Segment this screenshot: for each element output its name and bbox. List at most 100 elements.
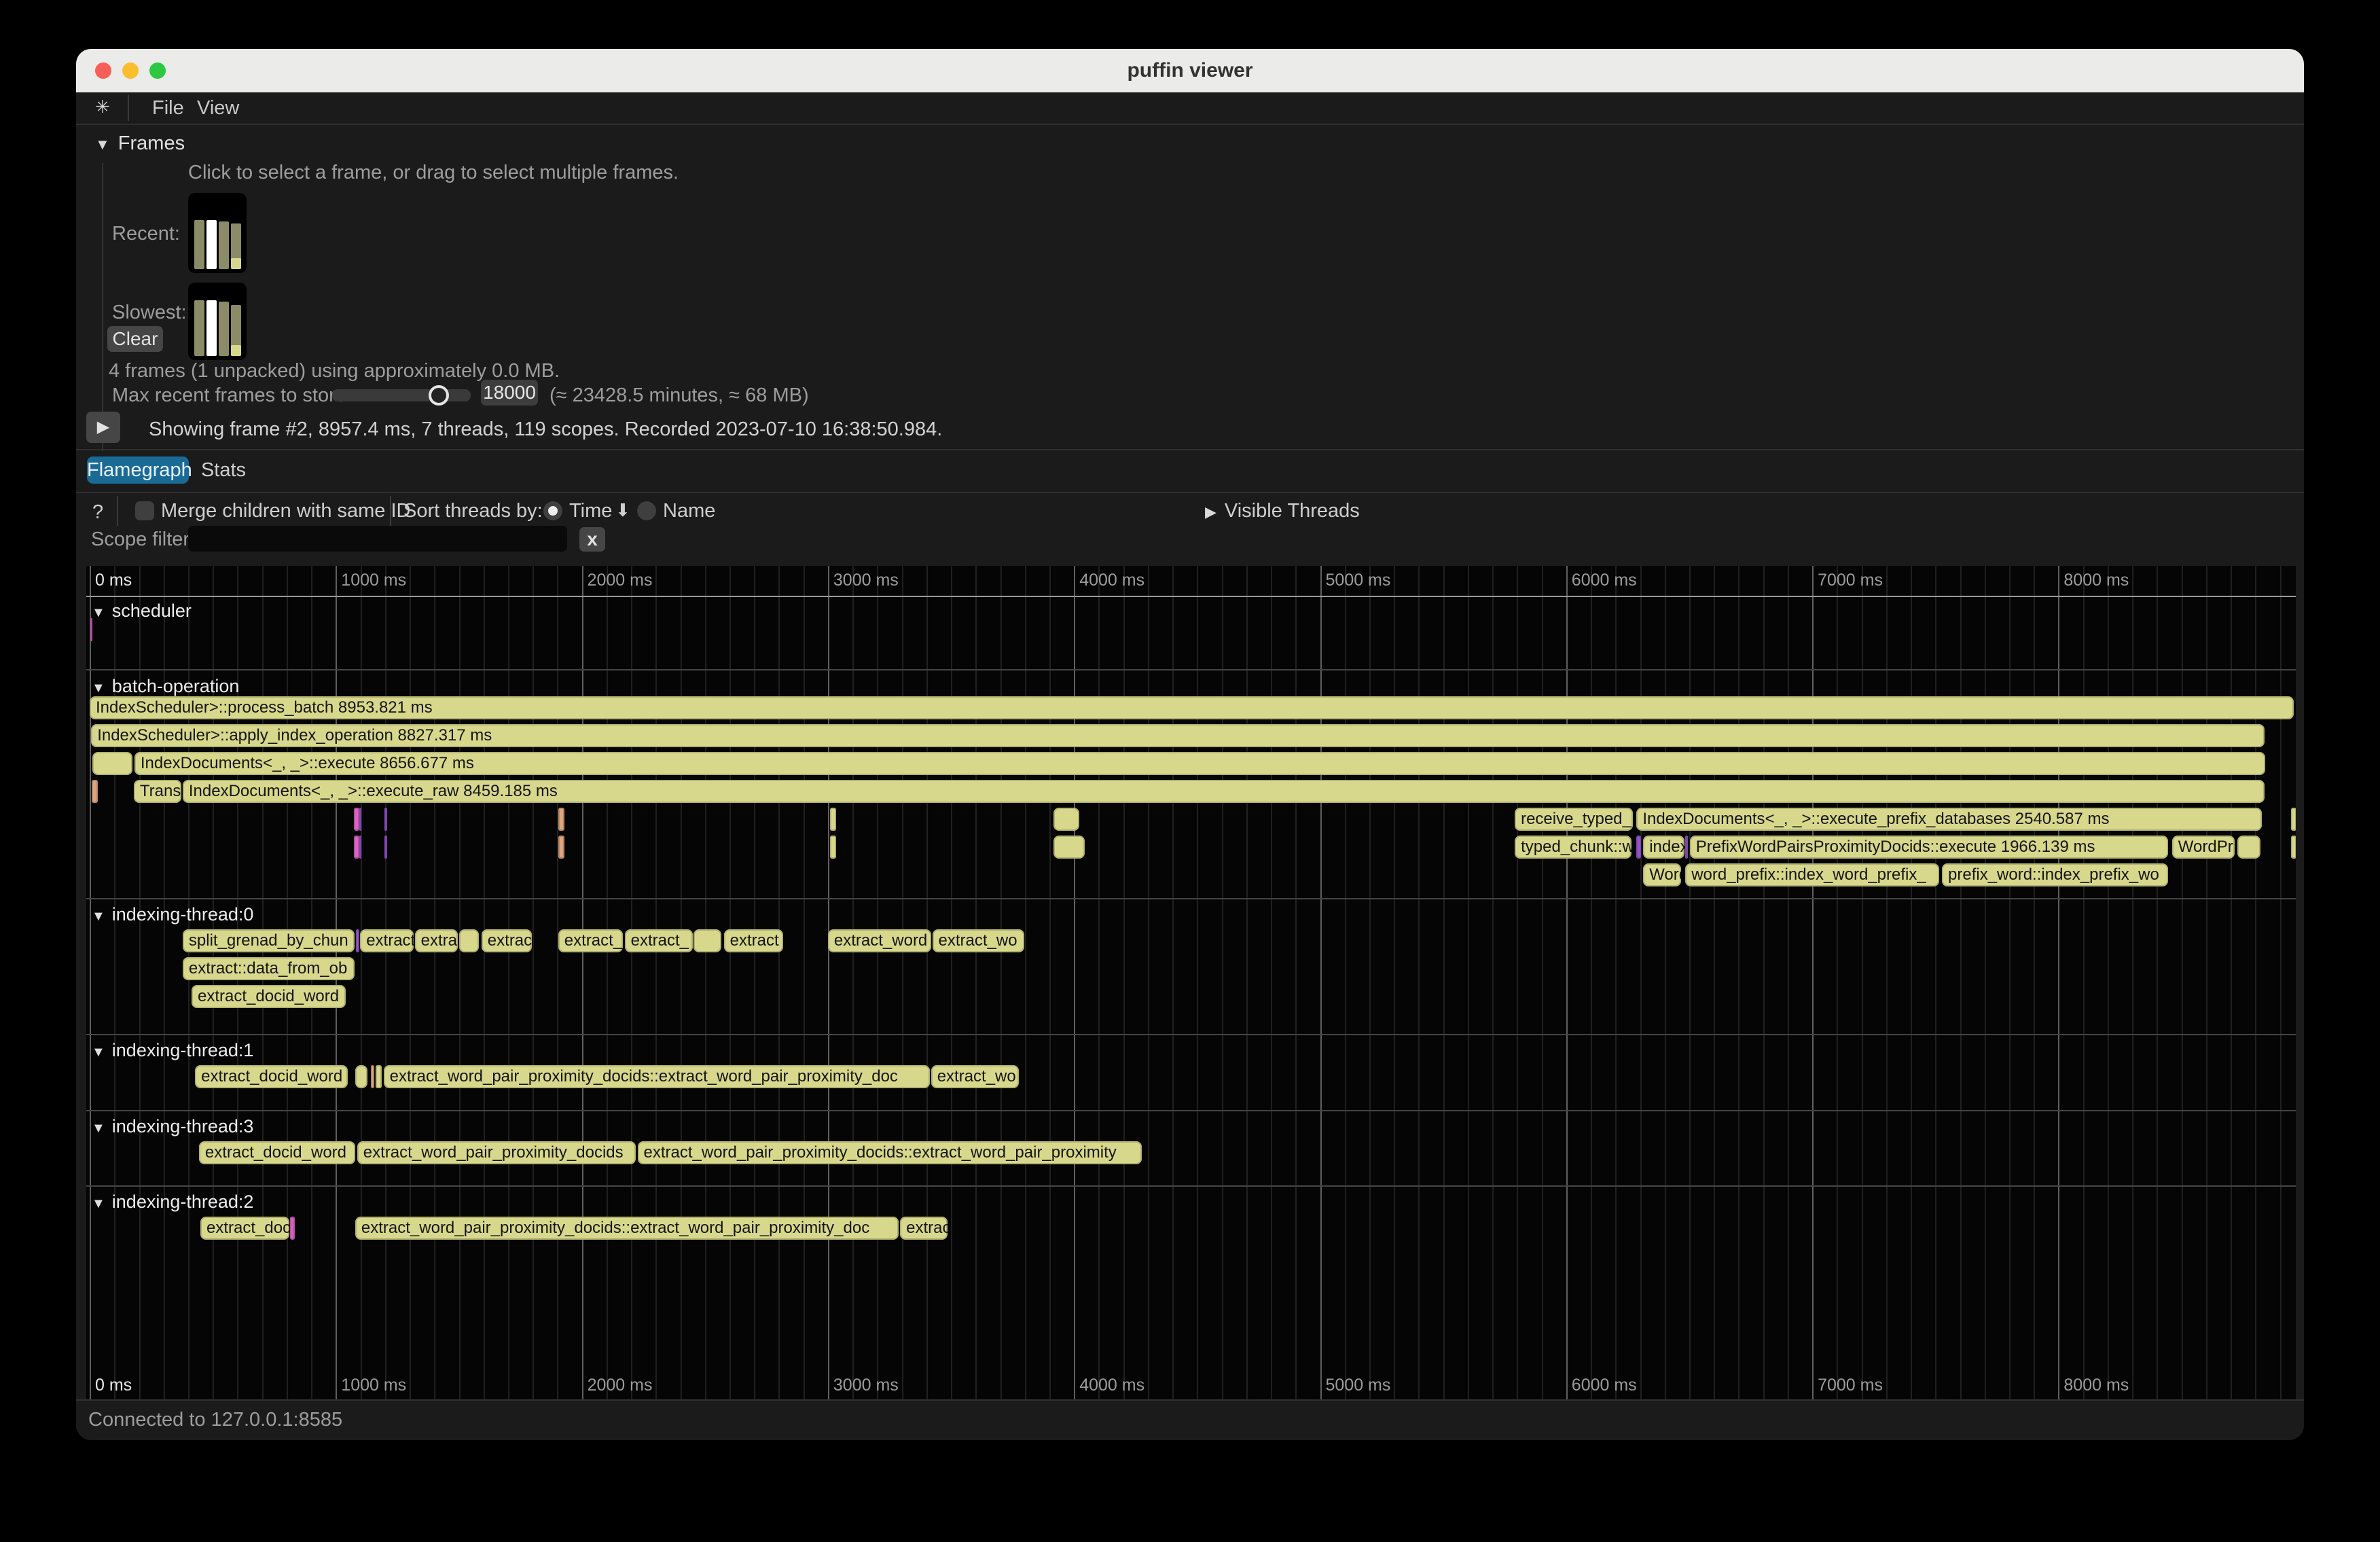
flame-scope-bar[interactable] <box>1685 836 1688 859</box>
flame-scope-bar[interactable]: extrac <box>900 1217 948 1240</box>
sort-by-time-radio[interactable] <box>543 501 562 520</box>
flame-scope-bar[interactable]: extract_docid_word <box>192 985 346 1008</box>
sort-by-time-label[interactable]: Time <box>569 500 612 522</box>
flame-scope-bar[interactable] <box>371 1065 375 1088</box>
flame-scope-bar[interactable]: extract_word <box>828 929 931 952</box>
theme-toggle-icon[interactable]: ✳ <box>95 96 110 118</box>
frame-bar[interactable] <box>194 300 204 356</box>
max-frames-value[interactable]: 18000 <box>481 380 538 406</box>
frame-bar[interactable] <box>206 220 217 269</box>
flame-scope-bar[interactable] <box>1053 836 1085 859</box>
recent-frames-thumbnail[interactable] <box>188 193 247 273</box>
flame-scope-bar[interactable] <box>356 929 360 952</box>
flamegraph-canvas[interactable]: 0 ms1000 ms2000 ms3000 ms4000 ms5000 ms6… <box>86 566 2296 1400</box>
tab-stats[interactable]: Stats <box>200 456 247 484</box>
frame-bar[interactable] <box>219 302 229 356</box>
flame-scope-bar[interactable]: extract_docid_word <box>195 1065 348 1088</box>
visible-threads-header[interactable]: ▶Visible Threads <box>1205 500 1360 522</box>
menu-file[interactable]: File <box>152 97 184 120</box>
flame-scope-bar[interactable] <box>830 836 836 859</box>
play-button[interactable]: ▶ <box>86 412 120 443</box>
flame-scope-bar[interactable] <box>359 808 361 831</box>
flame-scope-bar[interactable] <box>355 1065 367 1088</box>
flame-scope-bar[interactable]: extract::data_from_ob <box>183 957 355 980</box>
flame-scope-bar[interactable]: extract_word_pair_proximity_docids <box>357 1141 636 1164</box>
flame-scope-bar[interactable]: IndexDocuments<_, _>::execute_raw 8459.1… <box>183 780 2265 803</box>
slowest-frames-thumbnail[interactable] <box>188 283 247 360</box>
thread-section-header[interactable]: ▼indexing-thread:2 <box>92 1191 253 1213</box>
flame-scope-bar[interactable]: extract_word_pair_proximity_docids::extr… <box>638 1141 1142 1164</box>
flame-scope-bar[interactable]: Word <box>1643 863 1681 886</box>
flame-scope-bar[interactable]: extract_ <box>558 929 624 952</box>
scope-filter-input[interactable] <box>188 526 567 552</box>
flame-scope-bar[interactable] <box>2237 836 2260 859</box>
flame-scope-bar[interactable]: PrefixWordPairsProximityDocids::execute … <box>1690 836 2168 859</box>
flame-scope-bar[interactable] <box>92 752 132 775</box>
frame-bar[interactable] <box>219 221 229 269</box>
thread-section-header[interactable]: ▼scheduler <box>92 600 192 622</box>
flame-scope-bar[interactable] <box>359 836 361 859</box>
flame-scope-bar[interactable] <box>830 808 836 831</box>
flame-scope-bar[interactable] <box>459 929 479 952</box>
max-frames-slider-knob[interactable] <box>429 385 449 406</box>
flame-scope-bar[interactable] <box>558 836 564 859</box>
flame-scope-bar[interactable]: WordPr <box>2172 836 2235 859</box>
flame-scope-bar[interactable] <box>384 836 387 859</box>
flame-scope-bar[interactable] <box>290 1217 295 1240</box>
frame-bar[interactable] <box>194 220 204 269</box>
flame-scope-bar[interactable] <box>90 618 93 641</box>
frame-bar[interactable] <box>231 223 241 269</box>
merge-children-checkbox[interactable] <box>135 501 154 520</box>
clear-filter-button[interactable]: x <box>579 527 605 552</box>
flame-scope-bar[interactable]: extract_docid_word <box>199 1141 355 1164</box>
flame-scope-bar[interactable] <box>376 1065 382 1088</box>
thread-section-header[interactable]: ▼indexing-thread:0 <box>92 904 253 925</box>
thread-section-header[interactable]: ▼indexing-thread:1 <box>92 1040 253 1061</box>
flame-scope-bar[interactable] <box>354 808 359 831</box>
max-frames-slider[interactable] <box>332 389 471 401</box>
flame-scope-bar[interactable]: index <box>1643 836 1684 859</box>
sort-by-name-radio[interactable] <box>637 501 656 520</box>
flame-scope-bar[interactable]: extrac <box>482 929 532 952</box>
flame-scope-bar[interactable] <box>1636 836 1641 859</box>
merge-children-label[interactable]: Merge children with same ID <box>161 500 410 522</box>
frame-bar[interactable] <box>206 300 217 356</box>
flame-scope-bar[interactable]: IndexDocuments<_, _>::execute 8656.677 m… <box>134 752 2265 775</box>
flame-scope-bar[interactable]: prefix_word::index_prefix_wo <box>1942 863 2168 886</box>
flame-scope-bar[interactable]: extra <box>415 929 458 952</box>
flame-scope-bar[interactable]: extract <box>360 929 414 952</box>
tab-flamegraph[interactable]: Flamegraph <box>87 456 189 484</box>
flame-scope-bar[interactable]: extract_ <box>625 929 693 952</box>
flame-scope-bar[interactable]: extract_wo <box>933 929 1024 952</box>
flame-scope-bar[interactable] <box>2291 808 2296 831</box>
sort-by-name-label[interactable]: Name <box>663 500 715 522</box>
frames-section-header[interactable]: ▼Frames <box>95 132 185 155</box>
sort-direction-arrow-icon[interactable]: ⬇ <box>615 500 630 521</box>
flame-scope-bar[interactable]: extract_wo <box>931 1065 1019 1088</box>
flame-scope-bar[interactable] <box>1053 808 1079 831</box>
thread-section-header[interactable]: ▼batch-operation <box>92 676 239 697</box>
flame-scope-bar[interactable] <box>384 808 387 831</box>
flame-scope-bar[interactable] <box>2291 836 2296 859</box>
flame-scope-bar[interactable]: extract_doc <box>200 1217 289 1240</box>
flame-scope-bar[interactable]: word_prefix::index_word_prefix_ <box>1685 863 1939 886</box>
flame-scope-bar[interactable]: IndexDocuments<_, _>::execute_prefix_dat… <box>1636 808 2262 831</box>
flame-scope-bar[interactable] <box>92 780 98 803</box>
frame-bar[interactable] <box>231 305 241 356</box>
flame-scope-bar[interactable]: Trans <box>134 780 181 803</box>
flame-scope-bar[interactable]: IndexScheduler>::apply_index_operation 8… <box>91 724 2265 747</box>
flame-scope-bar[interactable] <box>354 836 359 859</box>
thread-section-header[interactable]: ▼indexing-thread:3 <box>92 1116 253 1137</box>
help-button[interactable]: ? <box>92 501 103 524</box>
flame-scope-bar[interactable]: receive_typed_ <box>1515 808 1633 831</box>
menu-view[interactable]: View <box>197 97 239 120</box>
flame-scope-bar[interactable] <box>558 808 564 831</box>
flame-scope-bar[interactable] <box>693 929 721 952</box>
flame-scope-bar[interactable]: extract_word_pair_proximity_docids::extr… <box>384 1065 930 1088</box>
flame-scope-bar[interactable]: typed_chunk::w <box>1515 836 1631 859</box>
clear-button[interactable]: Clear <box>107 326 163 352</box>
flame-scope-bar[interactable]: extract_word_pair_proximity_docids::extr… <box>355 1217 899 1240</box>
flame-scope-bar[interactable]: extract <box>724 929 783 952</box>
flame-scope-bar[interactable]: split_grenad_by_chun <box>183 929 355 952</box>
flame-scope-bar[interactable]: IndexScheduler>::process_batch 8953.821 … <box>90 696 2294 719</box>
